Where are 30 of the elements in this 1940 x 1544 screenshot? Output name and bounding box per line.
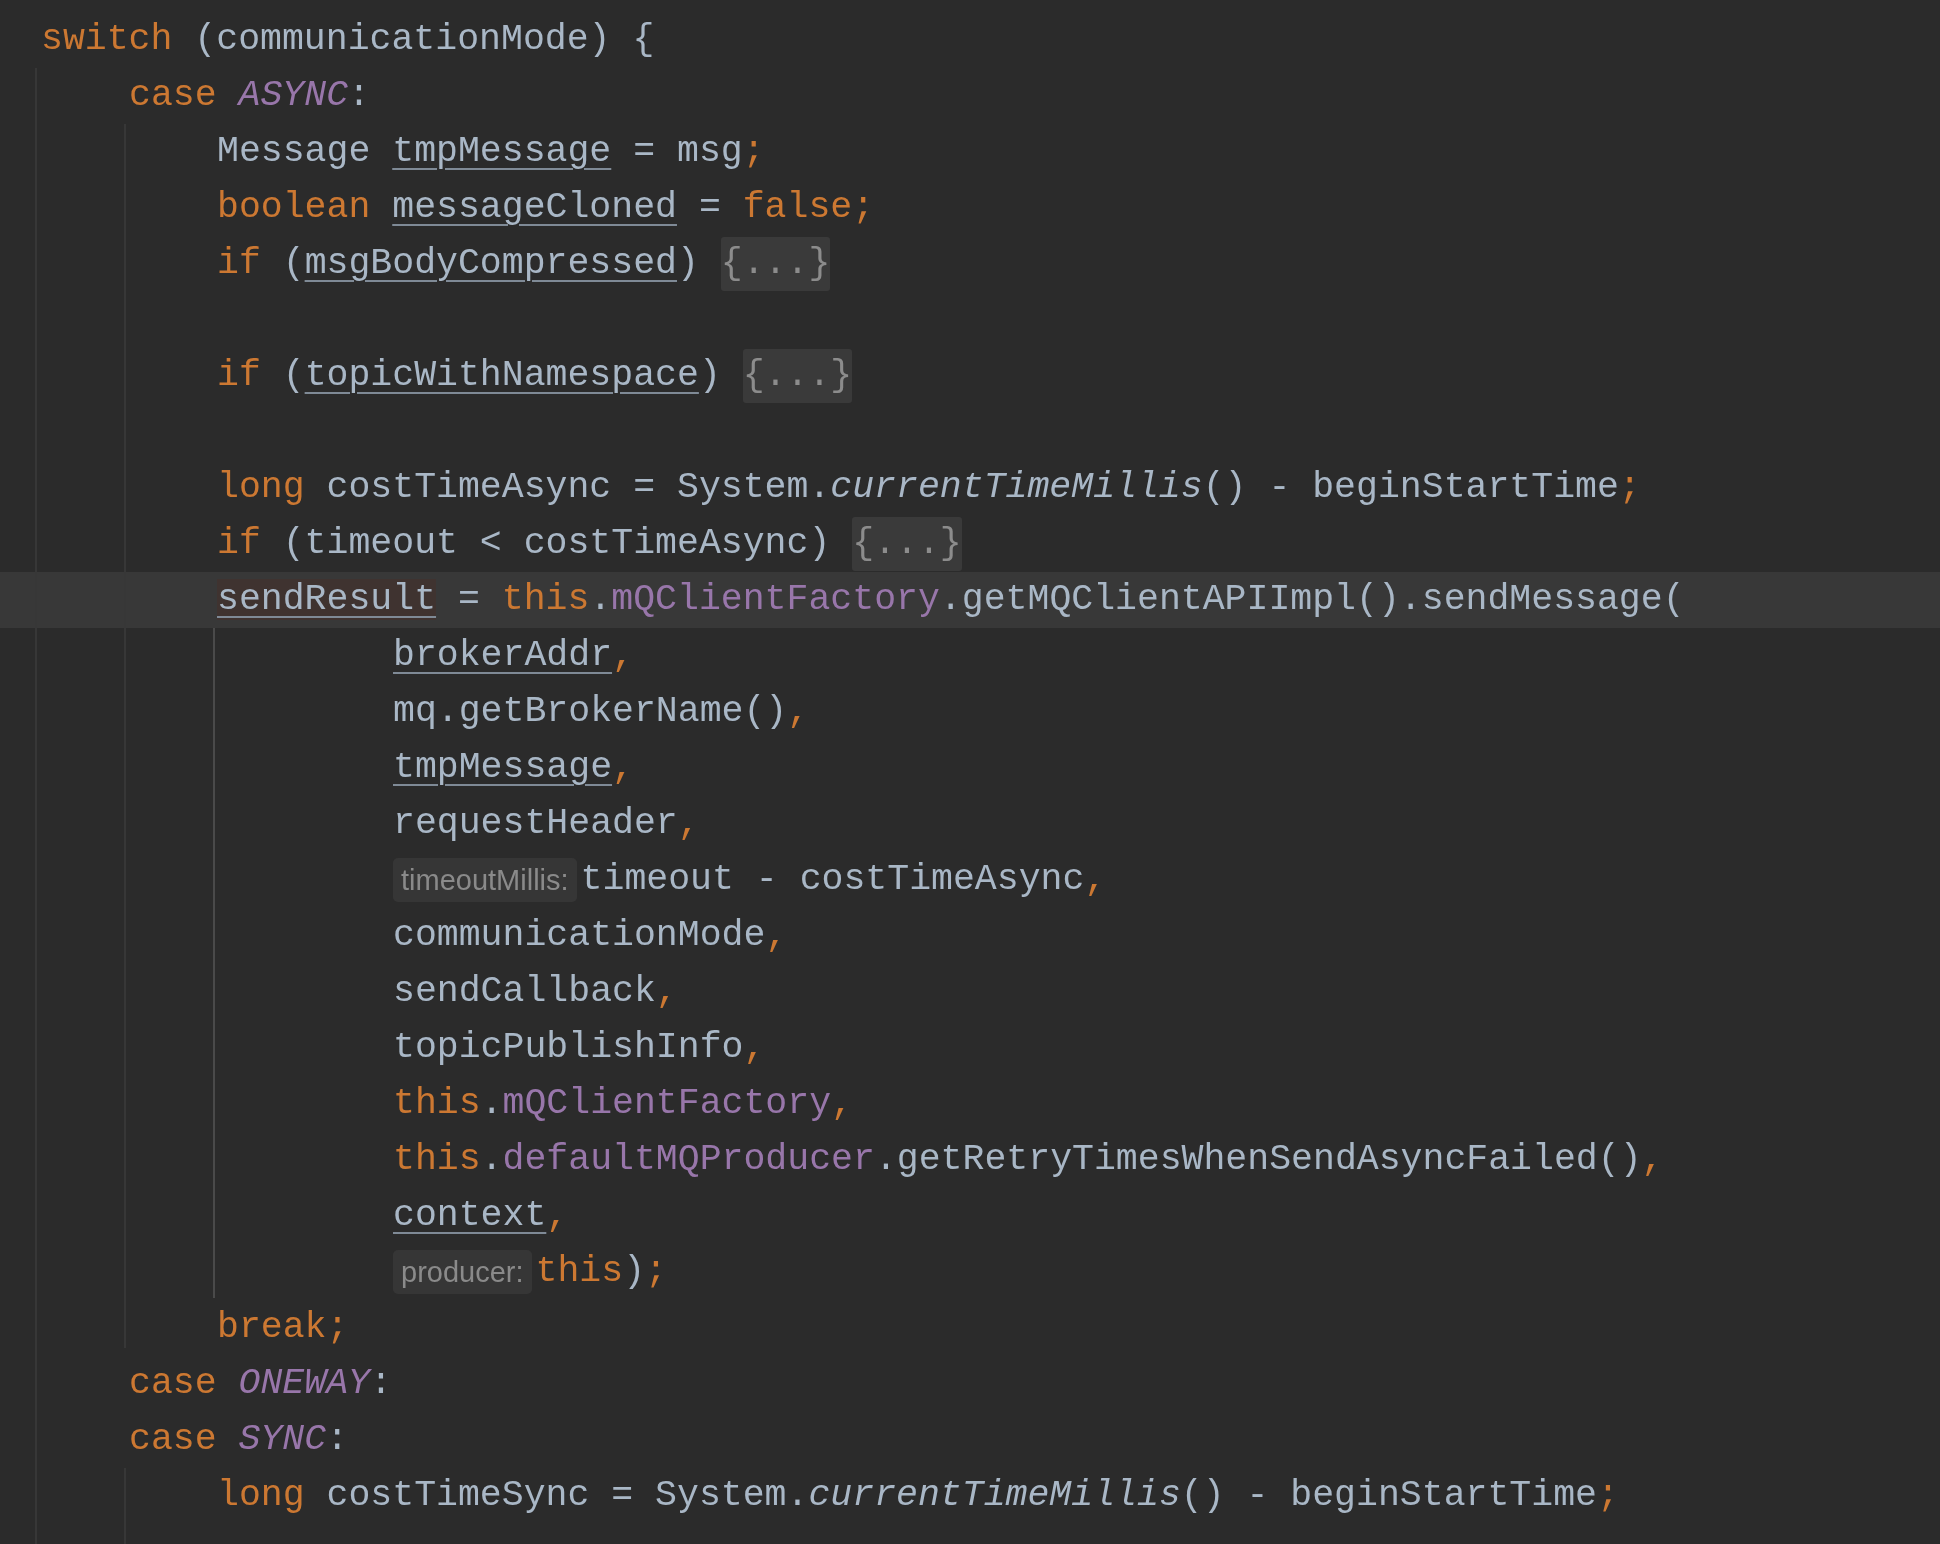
code-text: sendCallback, [393,969,678,1014]
code-text: this); [535,1249,667,1294]
code-text: if (msgBodyCompressed) [217,241,700,286]
code-text: requestHeader, [393,801,700,846]
code-text: timeout - costTimeAsync, [580,857,1107,902]
code-text: case ONEWAY: [129,1361,392,1406]
code-text: this.mQClientFactory, [393,1081,853,1126]
code-text: mq.getBrokerName(), [393,689,810,734]
code-text: Message tmpMessage = msg; [217,129,765,174]
folded-code[interactable]: {...} [852,516,962,572]
code-text: long costTimeAsync = System.currentTimeMillis() - beginStartTime; [217,465,1641,510]
code-text: tmpMessage, [393,745,634,790]
code-text: brokerAddr, [393,633,634,678]
code-text: break; [217,1305,349,1350]
code-text: if (timeout < costTimeAsync) [217,521,832,566]
folded-code[interactable]: {...} [720,236,831,292]
parameter-hint: producer: [393,1250,532,1294]
code-text: sendResult = this.mQClientFactory.getMQClientAPIImpl().sendMessage( [217,577,1685,622]
parameter-hint: timeoutMillis: [393,858,577,902]
code-text: context, [393,1193,569,1238]
folded-code[interactable]: {...} [742,348,853,404]
code-text: if (topicWithNamespace) [217,353,722,398]
code-text: switch (communicationMode) { [41,17,655,62]
code-text: case SYNC: [129,1417,349,1462]
code-text: topicPublishInfo, [393,1025,766,1070]
code-text: this.defaultMQProducer.getRetryTimesWhenSendAsyncFailed(), [393,1137,1664,1182]
code-text: communicationMode, [393,913,788,958]
code-text: boolean messageCloned = false; [217,185,875,230]
code-text: case ASYNC: [129,73,370,118]
code-text: long costTimeSync = System.currentTimeMillis() - beginStartTime; [217,1473,1619,1518]
